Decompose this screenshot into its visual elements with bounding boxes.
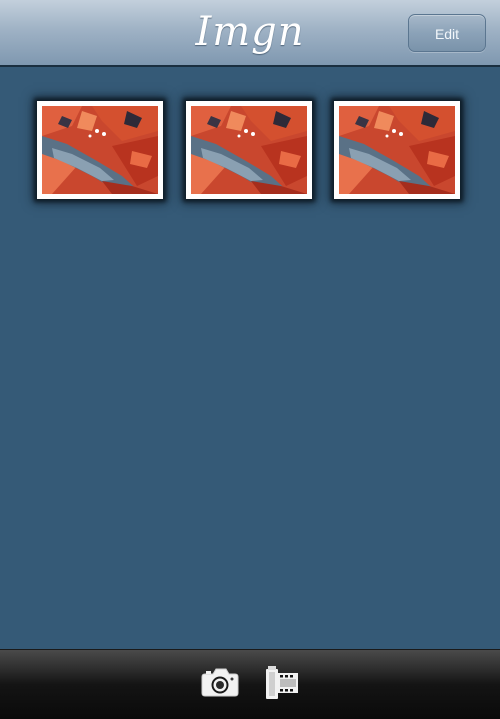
navigation-bar: Imgn Edit [0,0,500,67]
app-window: Imgn Edit [0,0,500,719]
bottom-toolbar [0,649,500,719]
photo-image [191,106,307,194]
edit-button[interactable]: Edit [408,14,486,52]
camera-icon[interactable] [201,666,239,698]
photo-thumbnail-3[interactable] [334,101,460,199]
photo-thumbnail-2[interactable] [186,101,312,199]
photo-image [42,106,158,194]
photo-gallery [0,67,500,649]
film-roll-icon[interactable] [264,666,300,700]
photo-image [339,106,455,194]
photo-thumbnail-1[interactable] [37,101,163,199]
